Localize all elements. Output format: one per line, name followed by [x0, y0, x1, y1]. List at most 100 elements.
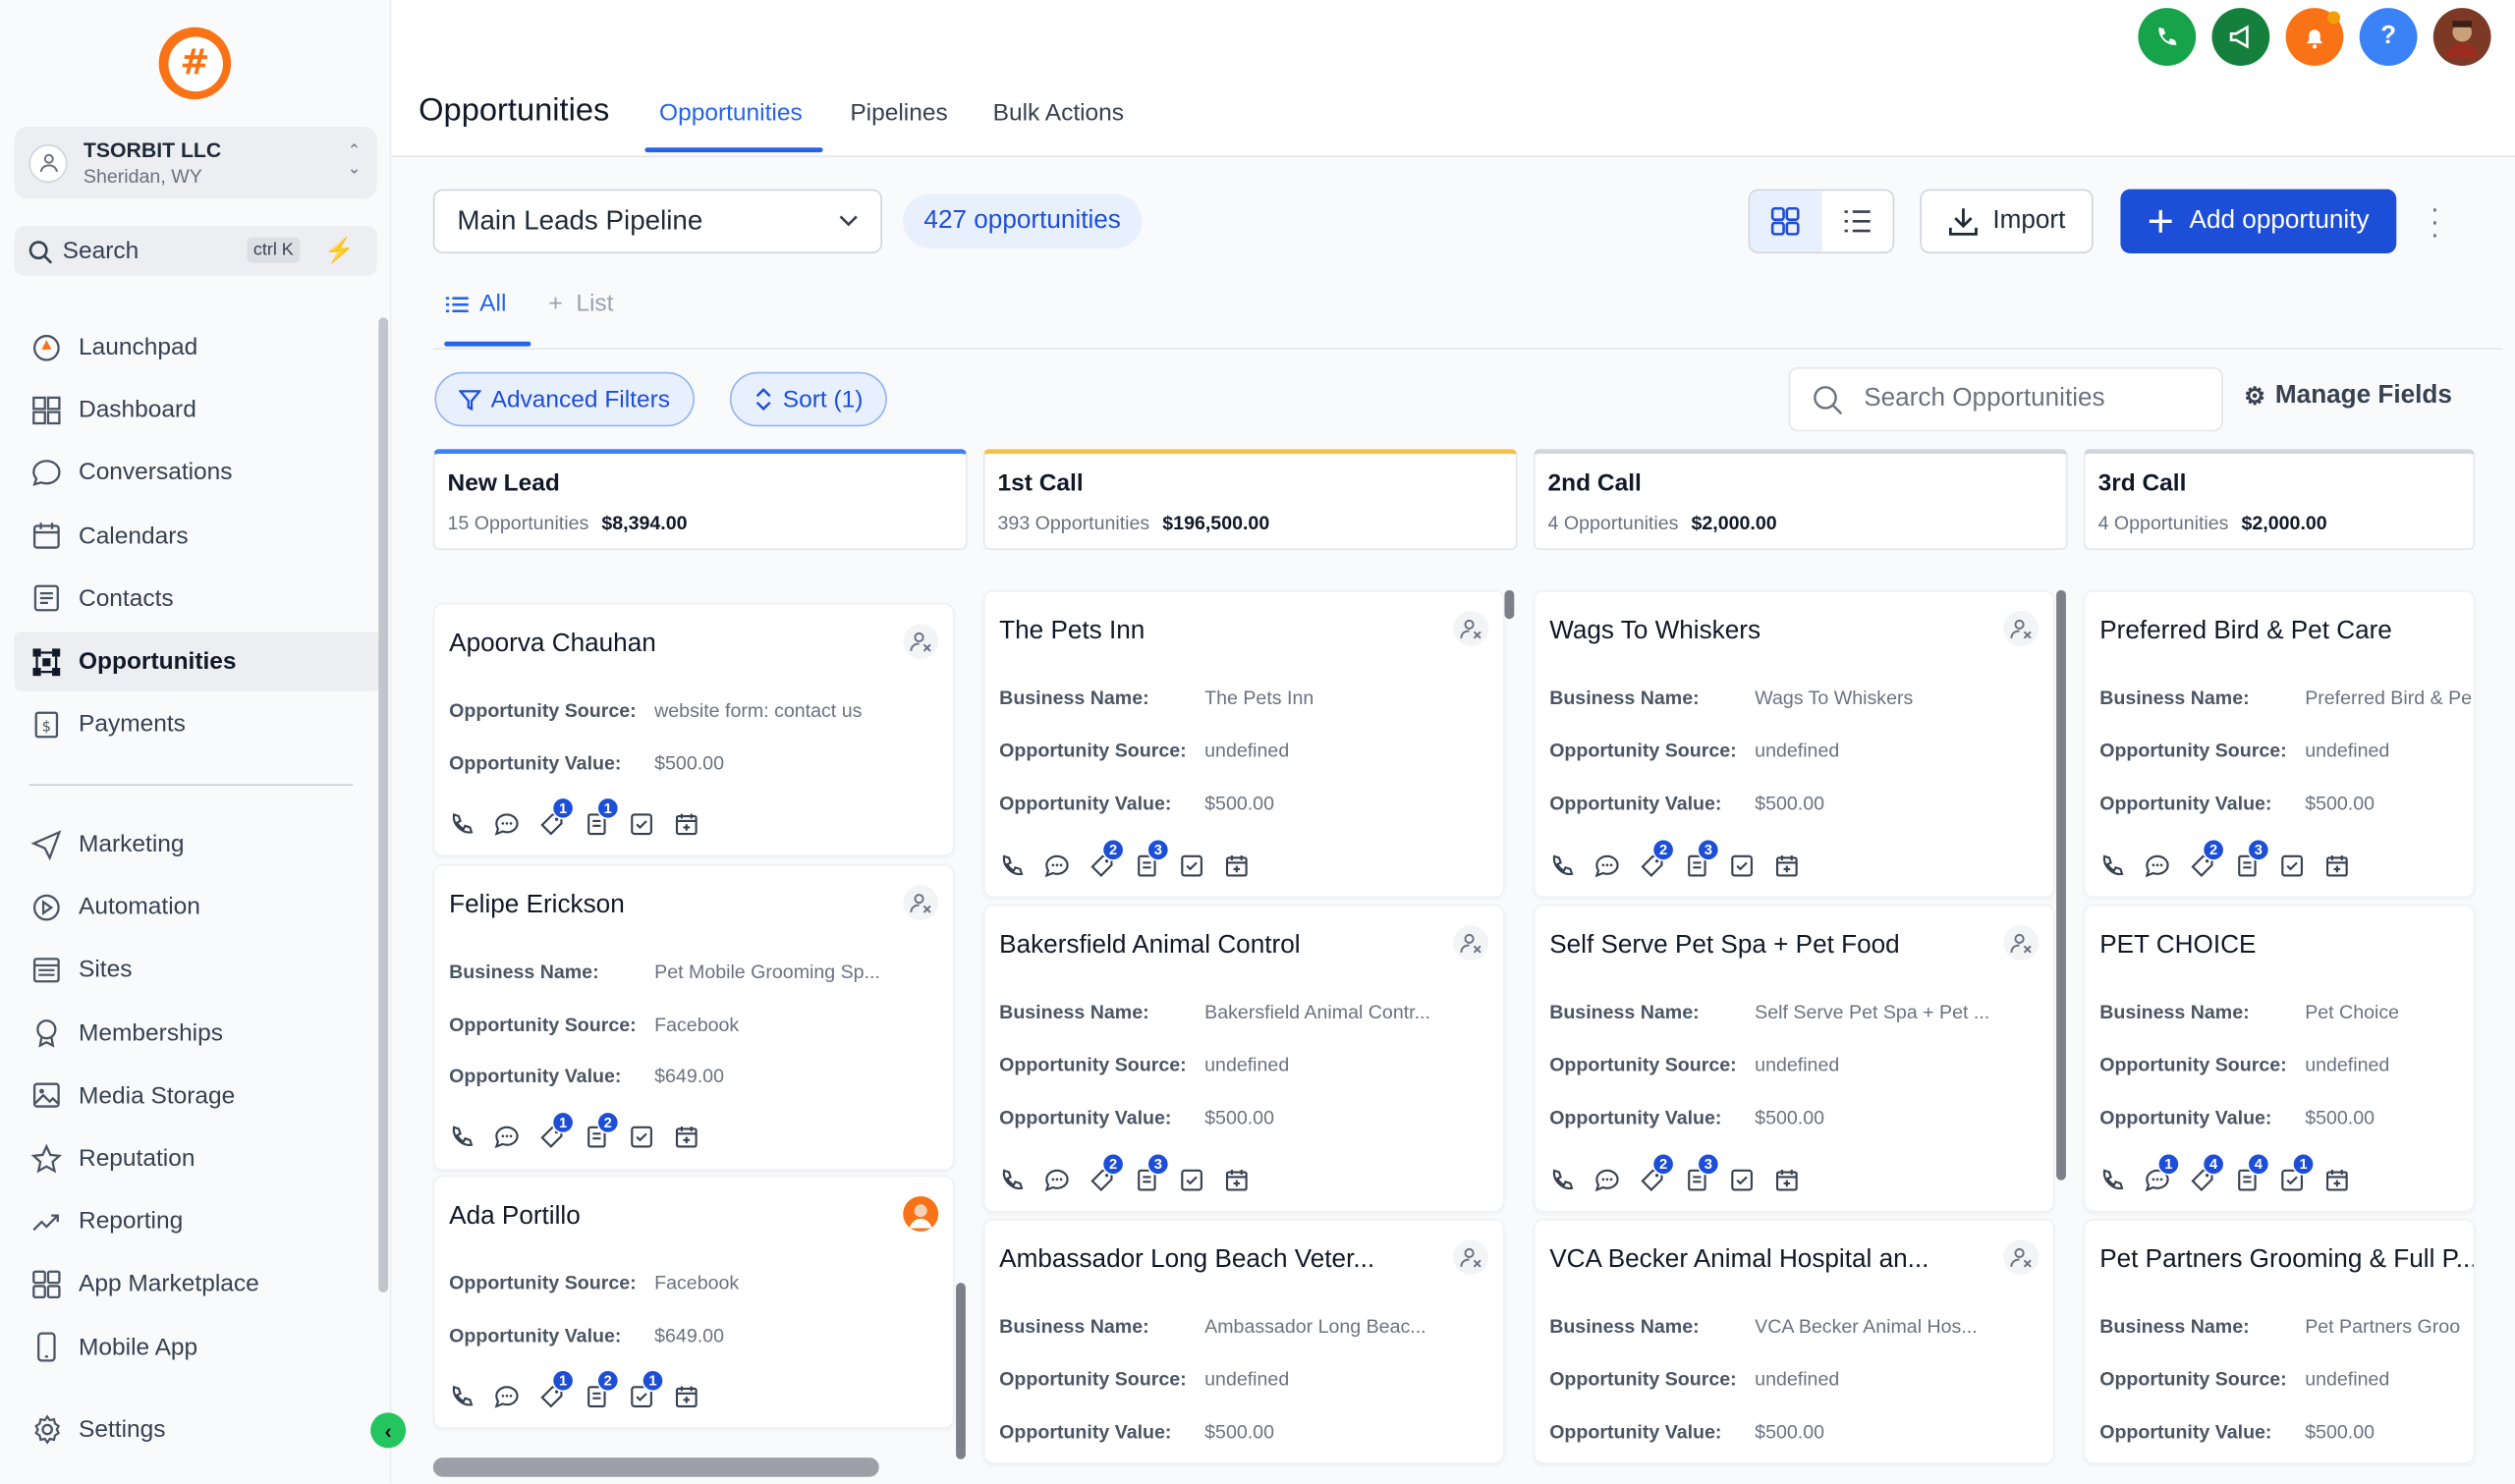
phone-icon[interactable]: [448, 1382, 475, 1409]
phone-icon[interactable]: [998, 1166, 1026, 1193]
owner-avatar[interactable]: [903, 1195, 939, 1232]
chat-icon[interactable]: [1593, 852, 1620, 879]
advanced-filters-button[interactable]: Advanced Filters: [434, 371, 695, 427]
calendar-add-icon[interactable]: [2322, 852, 2350, 879]
tag-icon[interactable]: 2: [1638, 1152, 1675, 1193]
chat-icon[interactable]: [1042, 1166, 1070, 1193]
chat-icon[interactable]: [1593, 1166, 1620, 1193]
manage-fields-button[interactable]: ⚙ Manage Fields: [2244, 382, 2452, 411]
calendar-add-icon[interactable]: [1222, 852, 1250, 879]
tag-icon[interactable]: 2: [1638, 838, 1675, 879]
chat-icon[interactable]: [1042, 852, 1070, 879]
chat-icon[interactable]: [492, 810, 520, 838]
note-icon[interactable]: 2: [583, 1369, 620, 1409]
calendar-add-icon[interactable]: [672, 810, 699, 838]
note-icon[interactable]: 3: [1133, 838, 1170, 879]
tag-icon[interactable]: 2: [2188, 838, 2225, 879]
chat-icon[interactable]: [492, 1382, 520, 1409]
sort-button[interactable]: Sort (1): [729, 371, 887, 427]
tab-pipelines[interactable]: Pipelines: [850, 99, 947, 127]
assign-user-icon[interactable]: [2003, 925, 2040, 961]
chat-icon[interactable]: [2143, 852, 2170, 879]
assign-user-icon[interactable]: [1453, 611, 1489, 646]
bolt-icon[interactable]: ⚡: [324, 236, 355, 265]
calendar-add-icon[interactable]: [1772, 1166, 1800, 1193]
import-button[interactable]: Import: [1920, 189, 2094, 253]
assign-user-icon[interactable]: [1453, 925, 1489, 961]
search-opportunities-input[interactable]: Search Opportunities: [1788, 366, 2223, 432]
task-icon[interactable]: 1: [627, 1369, 664, 1409]
tab-bulk-actions[interactable]: Bulk Actions: [993, 99, 1124, 127]
assign-user-icon[interactable]: [1453, 1239, 1489, 1275]
sidebar-item-conversations[interactable]: Conversations: [15, 443, 380, 502]
opportunity-card[interactable]: Bakersfield Animal Control Business Name:…: [982, 904, 1505, 1213]
tag-icon[interactable]: 1: [537, 1110, 575, 1151]
calendar-add-icon[interactable]: [672, 1382, 699, 1409]
calendar-add-icon[interactable]: [672, 1124, 699, 1151]
tab-opportunities[interactable]: Opportunities: [659, 99, 803, 127]
note-icon[interactable]: 2: [583, 1110, 620, 1151]
tag-icon[interactable]: 4: [2188, 1152, 2225, 1193]
app-logo[interactable]: #: [158, 27, 232, 100]
task-icon[interactable]: [627, 810, 654, 838]
bell-icon[interactable]: [2285, 8, 2344, 66]
note-icon[interactable]: 3: [1683, 1152, 1720, 1193]
opportunity-card[interactable]: PET CHOICE Business Name: Pet Choice Opport…: [2083, 904, 2476, 1213]
sidebar-item-automation[interactable]: Automation: [15, 877, 380, 936]
account-switcher[interactable]: TSORBIT LLC Sheridan, WY ⌃ ⌄: [14, 126, 377, 199]
phone-icon[interactable]: [2098, 852, 2126, 879]
note-icon[interactable]: 3: [1683, 838, 1720, 879]
column-scrollbar[interactable]: [956, 1283, 966, 1459]
user-avatar[interactable]: [2432, 8, 2491, 66]
subtab-all[interactable]: All: [444, 291, 506, 317]
opportunity-card[interactable]: VCA Becker Animal Hospital an... Business…: [1533, 1218, 2055, 1464]
task-icon[interactable]: 1: [2277, 1152, 2315, 1193]
sidebar-item-marketing[interactable]: Marketing: [15, 814, 380, 873]
collapse-sidebar-button[interactable]: ‹: [370, 1412, 407, 1449]
task-icon[interactable]: [2277, 852, 2305, 879]
opportunity-card[interactable]: Preferred Bird & Pet Care Business Name: P…: [2083, 589, 2476, 899]
opportunity-card[interactable]: Apoorva Chauhan Opportunity Source: websit…: [432, 602, 955, 856]
sidebar-item-sites[interactable]: Sites: [15, 940, 380, 999]
column-scrollbar[interactable]: [1504, 589, 1515, 620]
opportunity-card[interactable]: Pet Partners Grooming & Full P... Busines…: [2083, 1218, 2476, 1464]
task-icon[interactable]: [627, 1124, 654, 1151]
note-icon[interactable]: 1: [583, 797, 620, 838]
assign-user-icon[interactable]: [2003, 611, 2040, 646]
phone-icon[interactable]: [2138, 8, 2197, 66]
sidebar-item-reporting[interactable]: Reporting: [15, 1191, 380, 1250]
tag-icon[interactable]: 2: [1088, 1152, 1125, 1193]
list-view-icon[interactable]: [1821, 191, 1893, 251]
grid-view-icon[interactable]: [1750, 191, 1821, 252]
add-opportunity-button[interactable]: Add opportunity: [2120, 189, 2397, 253]
task-icon[interactable]: [1727, 1166, 1755, 1193]
phone-icon[interactable]: [2098, 1166, 2126, 1193]
chat-icon[interactable]: 1: [2143, 1152, 2180, 1193]
subtab-add-list[interactable]: + List: [548, 291, 613, 318]
tag-icon[interactable]: 1: [537, 1369, 575, 1409]
more-options-icon[interactable]: · · ·: [2431, 194, 2440, 249]
sidebar-item-dashboard[interactable]: Dashboard: [15, 380, 380, 439]
assign-user-icon[interactable]: [903, 885, 939, 921]
calendar-add-icon[interactable]: [1772, 852, 1800, 879]
pipeline-select[interactable]: Main Leads Pipeline: [432, 189, 882, 253]
opportunity-card[interactable]: Wags To Whiskers Business Name: Wags To Wh…: [1533, 589, 2055, 899]
phone-icon[interactable]: [998, 852, 1026, 879]
sidebar-item-settings[interactable]: Settings: [15, 1400, 380, 1458]
sidebar-item-app-marketplace[interactable]: App Marketplace: [15, 1254, 380, 1313]
opportunity-card[interactable]: Self Serve Pet Spa + Pet Food Business Na…: [1533, 904, 2055, 1213]
chat-icon[interactable]: [492, 1124, 520, 1151]
phone-icon[interactable]: [448, 1124, 475, 1151]
note-icon[interactable]: 4: [2233, 1152, 2270, 1193]
task-icon[interactable]: [1177, 852, 1204, 879]
sidebar-search[interactable]: Search ctrl K ⚡: [14, 226, 377, 276]
assign-user-icon[interactable]: [2003, 1239, 2040, 1275]
phone-icon[interactable]: [1548, 852, 1576, 879]
opportunity-card[interactable]: Ada Portillo Opportunity Source: Facebook O…: [432, 1175, 955, 1429]
assign-user-icon[interactable]: [903, 624, 939, 660]
sidebar-item-memberships[interactable]: Memberships: [15, 1003, 380, 1062]
sidebar-item-media-storage[interactable]: Media Storage: [15, 1066, 380, 1125]
phone-icon[interactable]: [448, 810, 475, 838]
sidebar-item-contacts[interactable]: Contacts: [15, 569, 380, 628]
board-horizontal-scrollbar[interactable]: [432, 1457, 879, 1477]
